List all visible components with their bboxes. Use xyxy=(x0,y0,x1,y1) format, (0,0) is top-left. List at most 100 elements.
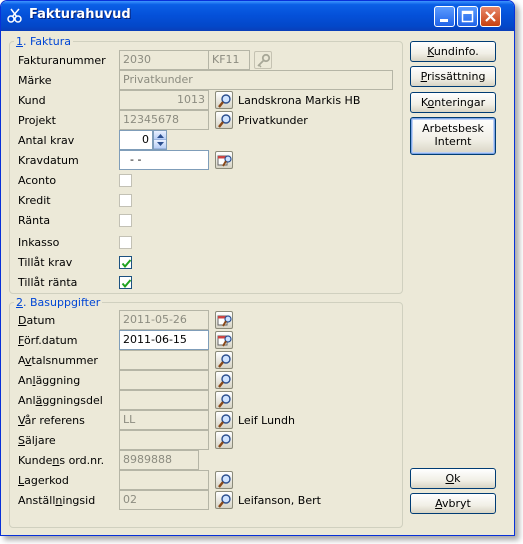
key-button[interactable] xyxy=(254,51,272,69)
magnifier-icon xyxy=(218,494,231,508)
antal-krav-label: Antal krav xyxy=(18,134,75,147)
datum-calendar-button[interactable] xyxy=(215,311,233,329)
projekt-field[interactable]: 12345678 xyxy=(119,110,209,130)
arbetsbesk-line1: Arbetsbesk xyxy=(422,122,484,135)
forf-datum-calendar-button[interactable] xyxy=(215,331,233,349)
anlaggningsdel-label: Anläggningsdel xyxy=(18,394,103,407)
inkasso-label: Inkasso xyxy=(18,236,60,249)
ranta-checkbox[interactable] xyxy=(119,214,132,227)
kundinfo-button[interactable]: Kundinfo. xyxy=(410,41,496,62)
forf-datum-field[interactable]: 2011-06-15 xyxy=(119,330,209,350)
invoice-header-window: Fakturahuvud 1. Faktura Fakturanummer 20… xyxy=(0,0,515,536)
faktura-group-legend: 1. Faktura xyxy=(16,35,71,48)
spin-down-button[interactable] xyxy=(154,140,166,149)
kredit-label: Kredit xyxy=(18,194,51,207)
avtalsnummer-lookup-button[interactable] xyxy=(215,351,233,369)
lagerkod-lookup-button[interactable] xyxy=(215,471,233,489)
aconto-checkbox[interactable] xyxy=(119,174,132,187)
tillat-ranta-checkbox[interactable] xyxy=(119,276,132,289)
chevron-up-icon xyxy=(157,134,164,138)
checkmark-icon xyxy=(121,259,132,269)
close-icon xyxy=(485,11,496,22)
var-referens-field[interactable]: LL xyxy=(119,410,209,430)
projekt-label: Projekt xyxy=(18,114,56,127)
invoice-series-field[interactable]: KF11 xyxy=(208,50,250,70)
maximize-button[interactable] xyxy=(457,6,478,27)
projekt-lookup-button[interactable] xyxy=(215,111,233,129)
anlaggning-lookup-button[interactable] xyxy=(215,371,233,389)
fakturanummer-field[interactable]: 2030 xyxy=(119,50,209,70)
spin-up-button[interactable] xyxy=(154,131,166,140)
window-body: 1. Faktura Fakturanummer 2030 KF11 Märke… xyxy=(4,31,511,533)
lagerkod-label: Lagerkod xyxy=(18,474,69,487)
kund-name: Landskrona Markis HB xyxy=(238,94,361,107)
var-referens-lookup-button[interactable] xyxy=(215,411,233,429)
ok-button[interactable]: Ok xyxy=(410,468,496,489)
forf-datum-label: Förf.datum xyxy=(18,334,78,347)
calendar-magnifier-icon xyxy=(217,155,232,167)
kund-field[interactable]: 1013 xyxy=(119,90,209,110)
saljare-field[interactable] xyxy=(119,430,209,450)
maximize-icon xyxy=(461,10,474,23)
title-bar[interactable]: Fakturahuvud xyxy=(1,1,514,31)
saljare-lookup-button[interactable] xyxy=(215,431,233,449)
calendar-magnifier-icon xyxy=(217,335,232,347)
aconto-label: Aconto xyxy=(18,174,57,187)
ranta-label: Ränta xyxy=(18,214,51,227)
marke-field[interactable]: Privatkunder xyxy=(119,70,393,90)
konteringar-button[interactable]: Konteringar xyxy=(410,92,496,113)
projekt-name: Privatkunder xyxy=(238,114,308,127)
avtalsnummer-field[interactable] xyxy=(119,350,209,370)
prissattning-button[interactable]: Prissättning xyxy=(410,66,496,87)
anstallningsid-label: Anställningsid xyxy=(18,494,96,507)
tillat-krav-checkbox[interactable] xyxy=(119,256,132,269)
anlaggning-field[interactable] xyxy=(119,370,209,390)
minimize-button[interactable] xyxy=(434,6,455,27)
datum-field[interactable]: 2011-05-26 xyxy=(119,310,209,330)
arbetsbesk-line2: Internt xyxy=(434,135,472,148)
lagerkod-field[interactable] xyxy=(119,470,209,490)
kund-lookup-button[interactable] xyxy=(215,91,233,109)
magnifier-icon xyxy=(218,474,231,488)
anstallningsid-field[interactable]: 02 xyxy=(119,490,209,510)
key-icon xyxy=(257,53,271,68)
magnifier-icon xyxy=(218,94,231,108)
datum-label: Datum xyxy=(18,314,56,327)
calendar-magnifier-icon xyxy=(217,315,232,327)
var-referens-label: Vår referens xyxy=(18,414,85,427)
scissors-icon xyxy=(7,8,24,24)
kund-label: Kund xyxy=(18,94,46,107)
kredit-checkbox[interactable] xyxy=(119,194,132,207)
magnifier-icon xyxy=(218,354,231,368)
arbetsbesk-internt-button[interactable]: Arbetsbesk Internt xyxy=(410,117,496,155)
antal-krav-spinner[interactable] xyxy=(153,130,167,150)
magnifier-icon xyxy=(218,414,231,428)
var-referens-name: Leif Lundh xyxy=(238,414,295,427)
anstallningsid-name: Leifanson, Bert xyxy=(238,494,321,507)
saljare-label: Säljare xyxy=(18,434,56,447)
magnifier-icon xyxy=(218,114,231,128)
basuppgifter-group-legend: 2. Basuppgifter xyxy=(16,296,101,309)
minimize-icon xyxy=(440,19,448,22)
checkmark-icon xyxy=(121,279,132,289)
anlaggning-label: Anläggning xyxy=(18,374,81,387)
magnifier-icon xyxy=(218,374,231,388)
magnifier-icon xyxy=(218,394,231,408)
avtalsnummer-label: Avtalsnummer xyxy=(18,354,98,367)
magnifier-icon xyxy=(218,434,231,448)
kravdatum-calendar-button[interactable] xyxy=(215,151,233,169)
kravdatum-label: Kravdatum xyxy=(18,154,79,167)
marke-label: Märke xyxy=(18,74,52,87)
fakturanummer-label: Fakturanummer xyxy=(18,54,106,67)
avbryt-button[interactable]: Avbryt xyxy=(410,493,496,514)
close-button[interactable] xyxy=(480,6,501,27)
inkasso-checkbox[interactable] xyxy=(119,236,132,249)
kravdatum-field[interactable]: - - xyxy=(119,150,209,170)
anlaggningsdel-lookup-button[interactable] xyxy=(215,391,233,409)
kundens-ordnr-field[interactable]: 8989888 xyxy=(119,450,199,470)
antal-krav-field[interactable]: 0 xyxy=(119,130,153,150)
tillat-ranta-label: Tillåt ränta xyxy=(18,276,78,289)
anlaggningsdel-field[interactable] xyxy=(119,390,209,410)
anstallningsid-lookup-button[interactable] xyxy=(215,491,233,509)
chevron-down-icon xyxy=(157,142,164,146)
